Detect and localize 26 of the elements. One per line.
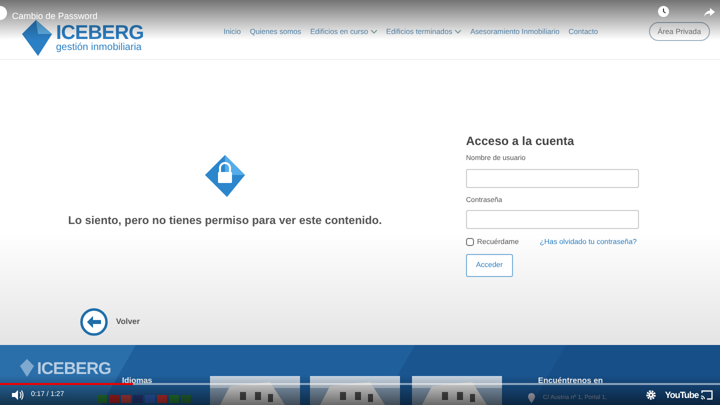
youtube-wordmark[interactable]: YouTube xyxy=(665,389,699,402)
clock-icon[interactable] xyxy=(658,6,669,17)
volume-icon[interactable] xyxy=(12,390,24,400)
logo-wordmark: ICEBERG xyxy=(37,360,111,376)
logo-wordmark: ICEBERG xyxy=(56,22,144,42)
logo-tagline: gestión inmobiliaria xyxy=(56,42,143,52)
iceberg-logo-icon xyxy=(20,359,34,377)
share-icon[interactable] xyxy=(704,8,715,17)
channel-avatar-icon[interactable] xyxy=(0,6,7,20)
iceberg-logo-icon xyxy=(22,20,52,56)
map-pin-icon xyxy=(528,393,535,403)
caret-icon[interactable] xyxy=(455,30,462,34)
caret-icon[interactable] xyxy=(371,30,378,34)
language-flags-drawing[interactable] xyxy=(97,394,191,403)
remember-checkbox[interactable] xyxy=(466,238,474,246)
permission-message: Lo siento, pero no tienes permiso para ver este contenido. xyxy=(68,214,382,229)
username-field[interactable] xyxy=(466,168,639,188)
cast-icon[interactable] xyxy=(701,390,713,400)
back-link[interactable]: Volver xyxy=(116,316,140,328)
video-title[interactable]: Cambio de Password xyxy=(12,10,98,24)
settings-icon[interactable] xyxy=(646,390,656,400)
location-title: Encuéntrenos en xyxy=(538,375,604,387)
login-title: Acceso a la cuenta xyxy=(466,133,576,150)
languages-title: Idiomas xyxy=(122,375,154,387)
password-field[interactable] xyxy=(466,210,639,229)
lock-icon xyxy=(205,155,245,197)
